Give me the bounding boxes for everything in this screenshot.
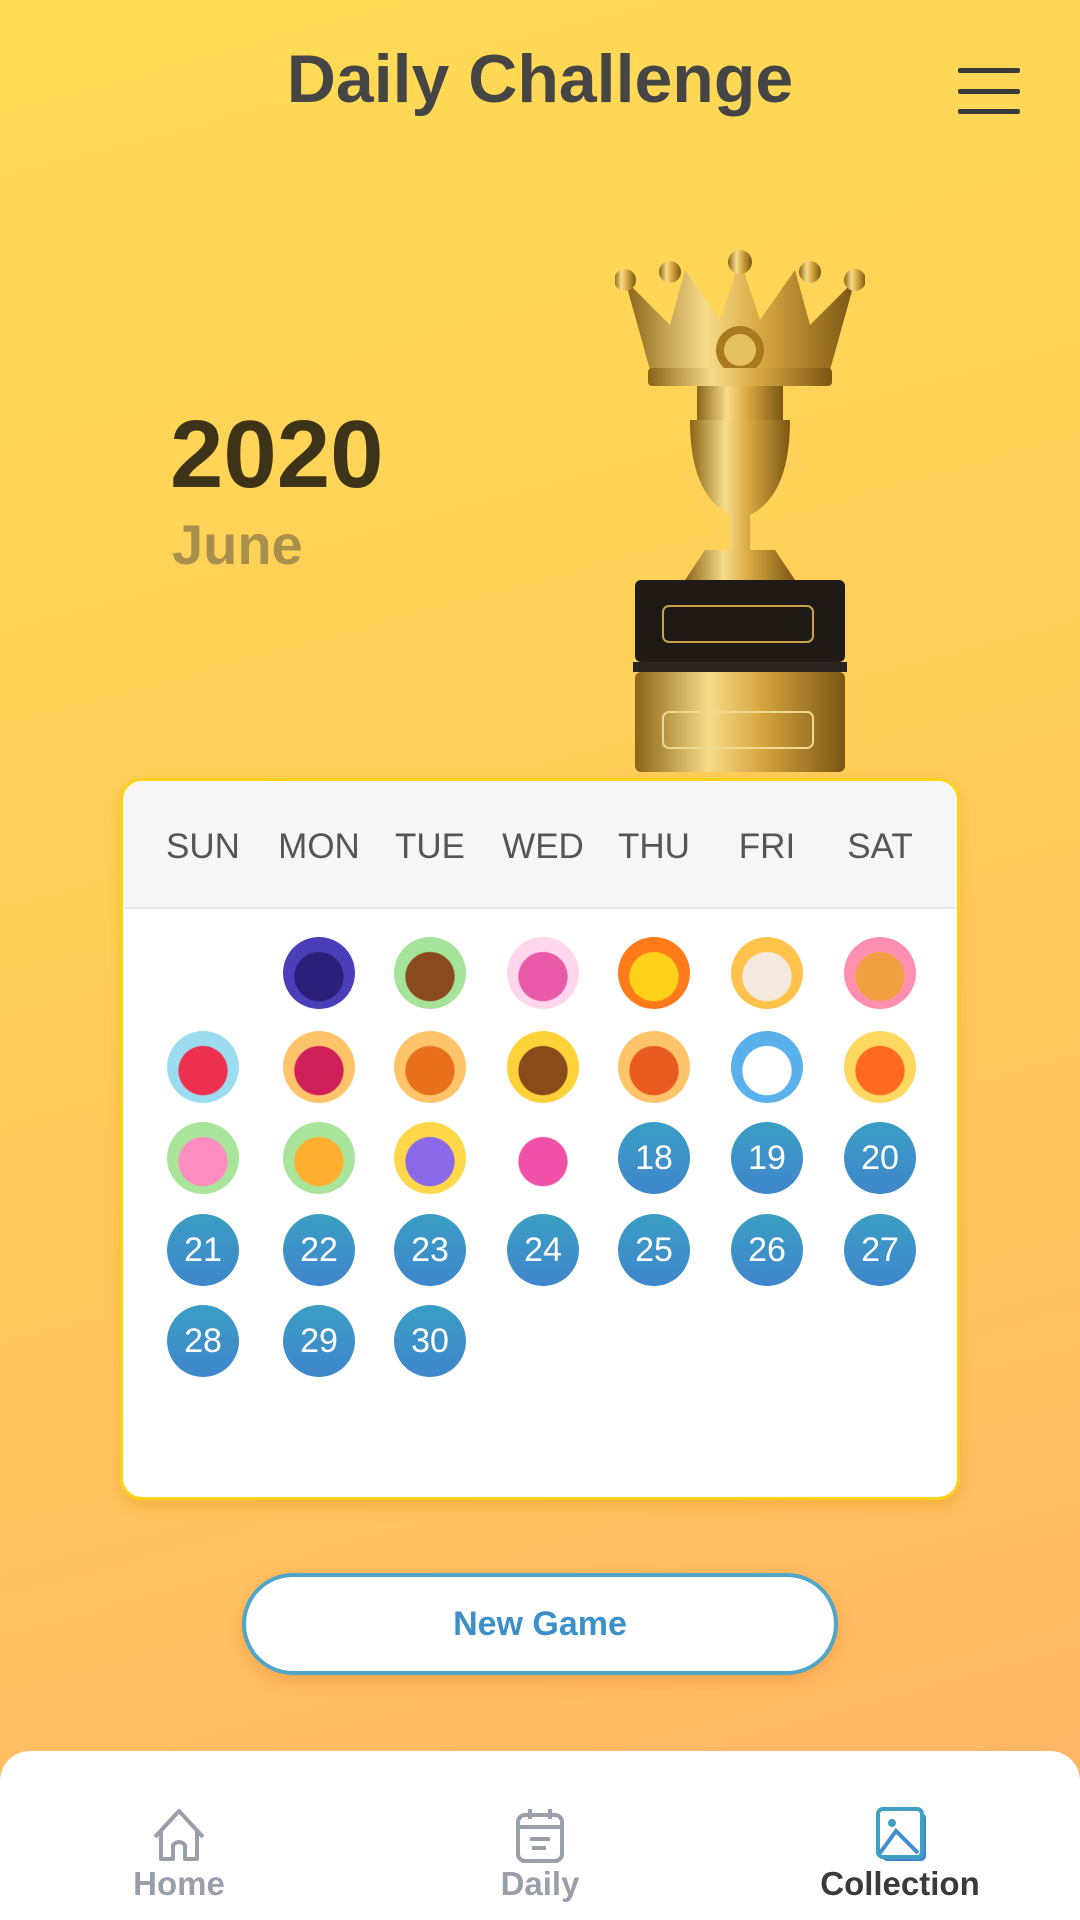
- weekday-wed: WED: [502, 827, 584, 866]
- nav-item-daily[interactable]: Daily: [420, 1807, 660, 1903]
- weekday-fri: FRI: [738, 827, 796, 866]
- day-13-fire-icon[interactable]: [844, 1031, 916, 1103]
- new-game-button[interactable]: New Game: [242, 1573, 838, 1675]
- day-24-button[interactable]: 24: [507, 1214, 579, 1286]
- bottom-nav: Home Daily Collection: [0, 1751, 1080, 1920]
- day-14-berry-cake-icon[interactable]: [167, 1122, 239, 1194]
- day-6-candy-basket-icon[interactable]: [844, 937, 916, 1009]
- day-12-sailboat-icon[interactable]: [731, 1031, 803, 1103]
- day-11-red-haired-boy-icon[interactable]: [618, 1031, 690, 1103]
- day-22-button[interactable]: 22: [283, 1214, 355, 1286]
- day-27-button[interactable]: 27: [844, 1214, 916, 1286]
- image-icon: [876, 1807, 926, 1861]
- month-label: June: [172, 513, 303, 576]
- day-17-pink-flower-icon[interactable]: [507, 1122, 579, 1194]
- day-28-button[interactable]: 28: [167, 1305, 239, 1377]
- day-2-monkey-icon[interactable]: [394, 937, 466, 1009]
- nav-label-daily: Daily: [500, 1865, 580, 1902]
- day-23-button[interactable]: 23: [394, 1214, 466, 1286]
- weekday-header: SUN MON TUE WED THU FRI SAT: [123, 781, 957, 909]
- day-8-roses-icon[interactable]: [283, 1031, 355, 1103]
- day-20-button[interactable]: 20: [844, 1122, 916, 1194]
- nav-item-home[interactable]: Home: [59, 1807, 299, 1903]
- weekday-thu: THU: [618, 827, 690, 866]
- day-3-ribbon-knot-icon[interactable]: [507, 937, 579, 1009]
- day-5-bulldog-icon[interactable]: [731, 937, 803, 1009]
- day-26-button[interactable]: 26: [731, 1214, 803, 1286]
- day-19-button[interactable]: 19: [731, 1122, 803, 1194]
- day-7-apple-icon[interactable]: [167, 1031, 239, 1103]
- nav-label-home: Home: [133, 1865, 225, 1902]
- weekday-tue: TUE: [395, 827, 465, 866]
- nav-label-collection: Collection: [820, 1865, 980, 1902]
- day-21-button[interactable]: 21: [167, 1214, 239, 1286]
- calendar-icon: [516, 1809, 564, 1863]
- day-29-button[interactable]: 29: [283, 1305, 355, 1377]
- day-9-oranges-icon[interactable]: [394, 1031, 466, 1103]
- page-title: Daily Challenge: [286, 41, 794, 117]
- day-30-button[interactable]: 30: [394, 1305, 466, 1377]
- trophy-icon: [615, 250, 865, 772]
- calendar-card: SUN MON TUE WED THU FRI SAT 18 19 20 21 22 23 24 25 26…: [120, 778, 960, 1500]
- home-icon: [153, 1809, 205, 1861]
- day-16-floral-pattern-icon[interactable]: [394, 1122, 466, 1194]
- day-10-smiley-face-icon[interactable]: [507, 1031, 579, 1103]
- day-15-butterfly-icon[interactable]: [283, 1122, 355, 1194]
- hamburger-menu-icon[interactable]: [958, 68, 1020, 114]
- day-25-button[interactable]: 25: [618, 1214, 690, 1286]
- weekday-sun: SUN: [166, 827, 240, 866]
- weekday-mon: MON: [278, 827, 360, 866]
- nav-item-collection[interactable]: Collection: [780, 1807, 1020, 1903]
- day-1-astronaut-icon[interactable]: [283, 937, 355, 1009]
- day-4-sunflower-icon[interactable]: [618, 937, 690, 1009]
- day-18-button[interactable]: 18: [618, 1122, 690, 1194]
- year-label: 2020: [170, 401, 384, 508]
- weekday-sat: SAT: [847, 827, 913, 866]
